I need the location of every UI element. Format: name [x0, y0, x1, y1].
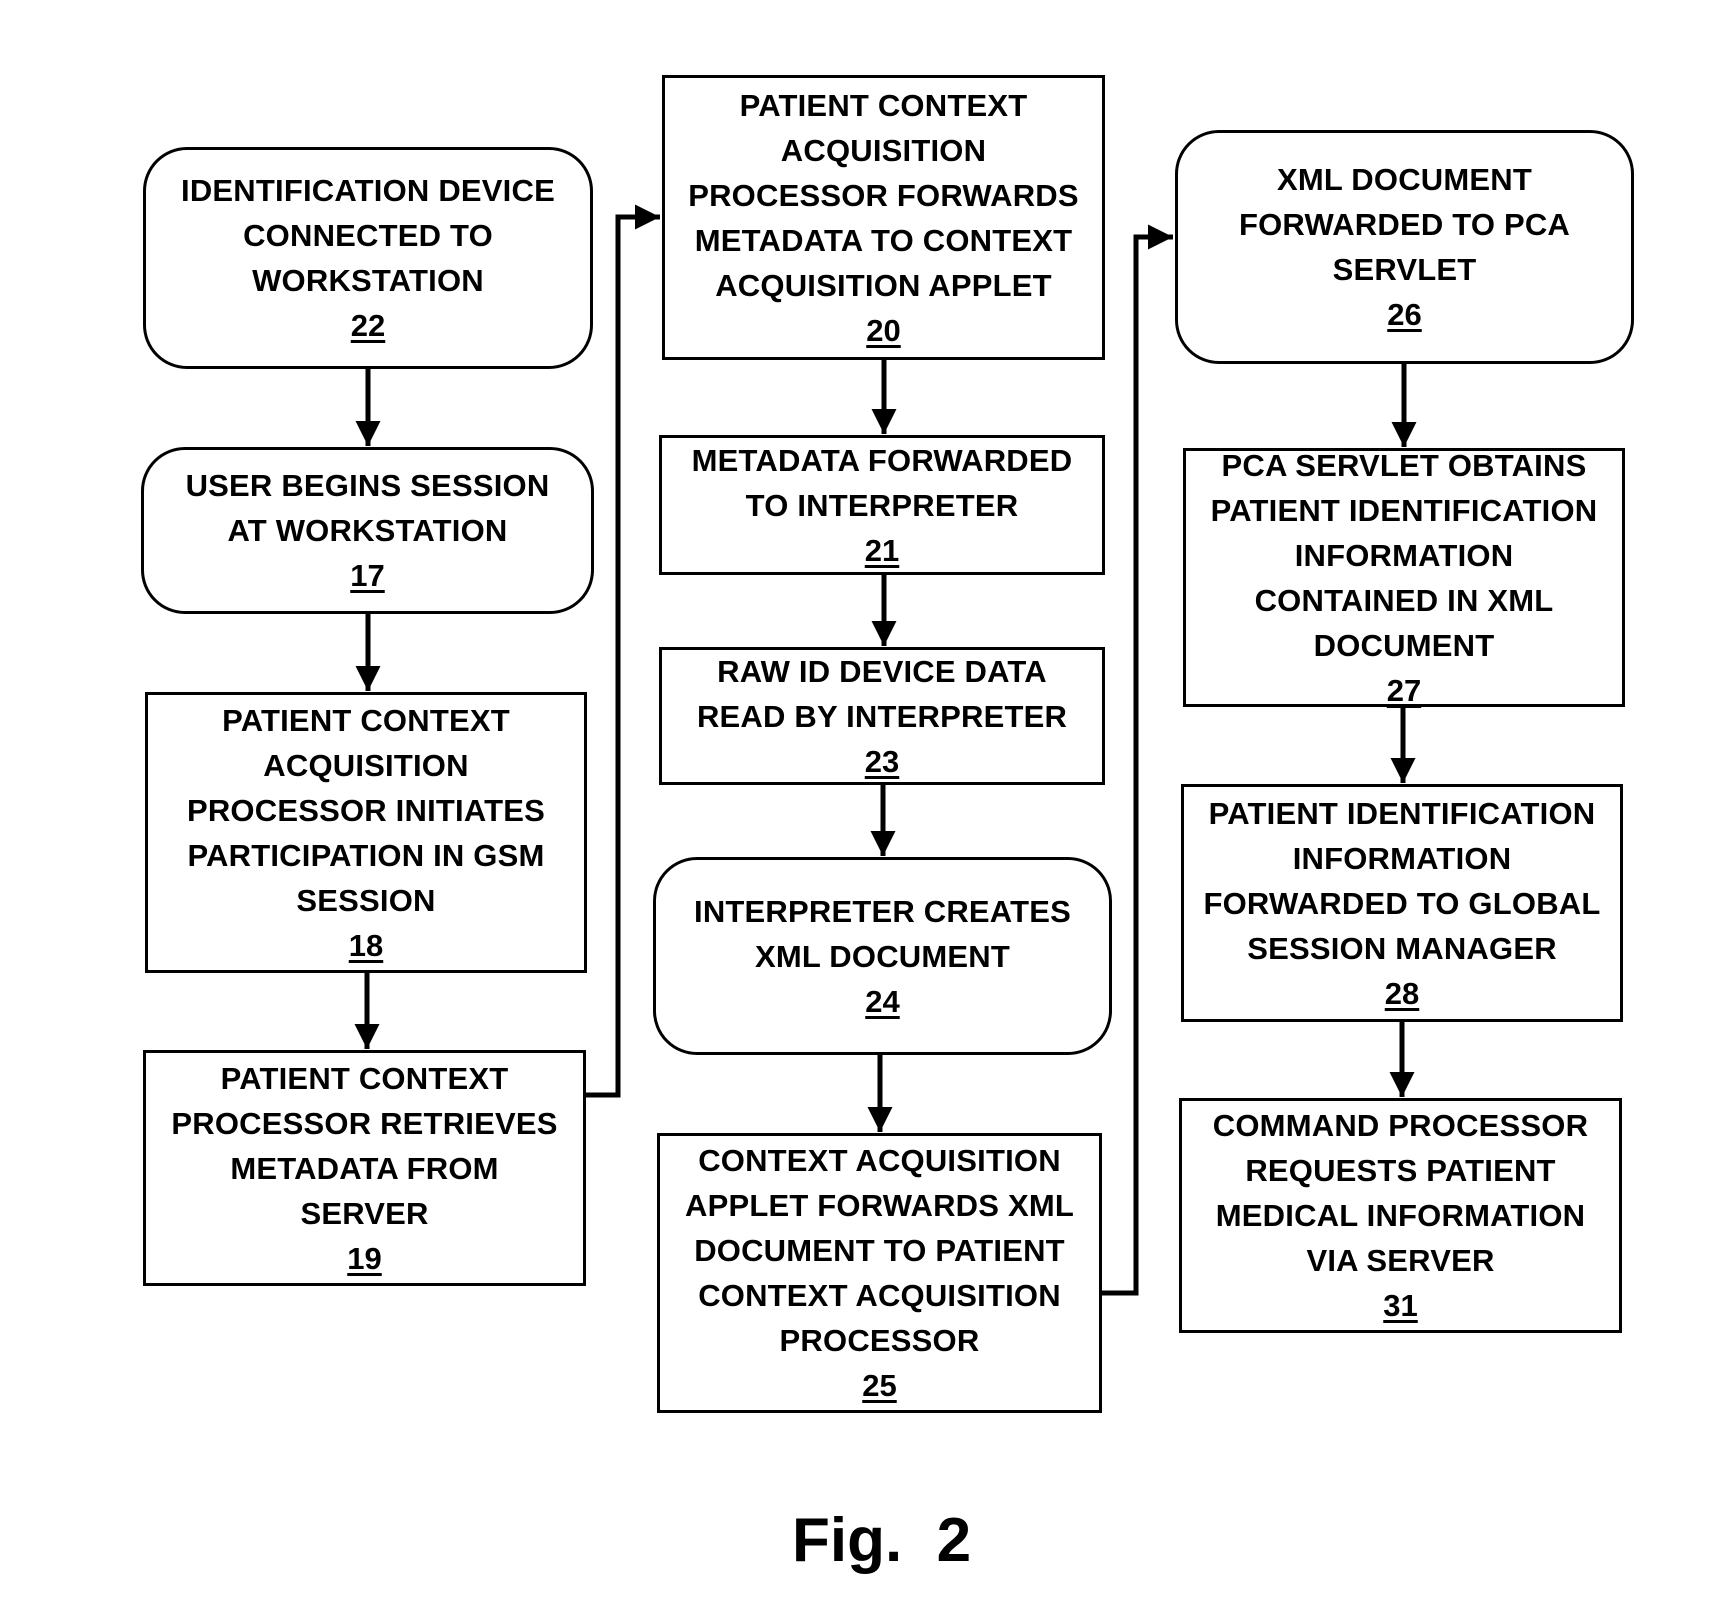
step-20-line: ACQUISITION APPLET — [715, 267, 1052, 303]
step-23-line: RAW ID DEVICE DATA — [717, 653, 1047, 689]
step-20-line: METADATA TO CONTEXT — [694, 222, 1073, 258]
step-18-box: PATIENT CONTEXT ACQUISITION PROCESSOR IN… — [145, 692, 587, 973]
step-22-line: CONNECTED TO — [243, 218, 493, 253]
step-22-ref: 22 — [350, 308, 386, 343]
step-20-line: PATIENT CONTEXT — [739, 87, 1028, 123]
step-18-line: PARTICIPATION IN GSM — [187, 837, 545, 873]
step-19-line: PROCESSOR RETRIEVES — [171, 1105, 558, 1141]
step-20-line: ACQUISITION — [780, 132, 987, 168]
step-19-line: METADATA FROM — [230, 1150, 499, 1186]
step-18-line: ACQUISITION — [263, 747, 469, 783]
step-27-box: PCA SERVLET OBTAINS PATIENT IDENTIFICATI… — [1183, 448, 1625, 708]
step-27-ref: 27 — [1386, 672, 1422, 708]
step-20-line: PROCESSOR FORWARDS — [688, 177, 1079, 213]
step-27-line: CONTAINED IN XML — [1254, 582, 1554, 618]
figure-label: Fig. 2 — [792, 1506, 972, 1575]
arrow-25-to-26 — [1102, 224, 1173, 1296]
step-17-line: AT WORKSTATION — [227, 513, 508, 548]
step-24-box: INTERPRETER CREATES XML DOCUMENT 24 — [653, 857, 1112, 1055]
step-31-line: REQUESTS PATIENT — [1245, 1153, 1556, 1188]
step-24-ref: 24 — [865, 983, 900, 1019]
step-23-box: RAW ID DEVICE DATA READ BY INTERPRETER 2… — [659, 647, 1105, 785]
step-17-box: USER BEGINS SESSION AT WORKSTATION 17 — [141, 447, 594, 614]
step-21-box: METADATA FORWARDED TO INTERPRETER 21 — [659, 435, 1105, 575]
step-18-ref: 18 — [348, 927, 384, 963]
step-20-box: PATIENT CONTEXT ACQUISITION PROCESSOR FO… — [662, 75, 1105, 360]
step-18-line: PATIENT CONTEXT — [222, 702, 510, 738]
step-27-line: PCA SERVLET OBTAINS — [1221, 447, 1587, 483]
step-21-line: TO INTERPRETER — [745, 487, 1019, 523]
step-26-box: XML DOCUMENT FORWARDED TO PCA SERVLET 26 — [1175, 130, 1634, 364]
step-31-line: VIA SERVER — [1306, 1243, 1495, 1278]
step-28-line: FORWARDED TO GLOBAL — [1203, 885, 1601, 921]
step-25-ref: 25 — [862, 1368, 897, 1403]
step-28-line: PATIENT IDENTIFICATION — [1208, 795, 1596, 831]
step-19-line: PATIENT CONTEXT — [220, 1060, 509, 1096]
step-28-ref: 28 — [1384, 975, 1420, 1011]
step-17-ref: 17 — [350, 558, 385, 593]
step-31-line: COMMAND PROCESSOR — [1212, 1108, 1589, 1143]
step-21-ref: 21 — [864, 532, 900, 568]
step-17-line: USER BEGINS SESSION — [185, 468, 550, 503]
step-27-line: DOCUMENT — [1313, 627, 1495, 663]
step-28-line: INFORMATION — [1292, 840, 1512, 876]
step-22-line: WORKSTATION — [252, 263, 484, 298]
step-28-line: SESSION MANAGER — [1247, 930, 1557, 966]
step-23-line: READ BY INTERPRETER — [696, 698, 1068, 734]
step-23-ref: 23 — [864, 743, 900, 779]
step-22-line: IDENTIFICATION DEVICE — [181, 173, 555, 208]
arrow-19-to-20 — [586, 204, 660, 1098]
step-26-line: SERVLET — [1332, 252, 1477, 287]
step-26-line: XML DOCUMENT — [1277, 162, 1532, 197]
step-27-line: INFORMATION — [1294, 537, 1514, 573]
step-25-line: CONTEXT ACQUISITION — [698, 1143, 1061, 1178]
step-18-line: SESSION — [296, 882, 436, 918]
step-26-ref: 26 — [1387, 297, 1422, 332]
step-24-line: INTERPRETER CREATES — [694, 893, 1071, 929]
step-20-ref: 20 — [866, 312, 901, 348]
step-27-line: PATIENT IDENTIFICATION — [1210, 492, 1598, 528]
step-25-box: CONTEXT ACQUISITION APPLET FORWARDS XML … — [657, 1133, 1102, 1413]
step-22-box: IDENTIFICATION DEVICE CONNECTED TO WORKS… — [143, 147, 593, 369]
step-19-box: PATIENT CONTEXT PROCESSOR RETRIEVES META… — [143, 1050, 586, 1286]
step-19-ref: 19 — [347, 1240, 382, 1276]
step-25-line: DOCUMENT TO PATIENT — [694, 1233, 1065, 1268]
step-18-line: PROCESSOR INITIATES — [186, 792, 546, 828]
step-31-box: COMMAND PROCESSOR REQUESTS PATIENT MEDIC… — [1179, 1098, 1622, 1333]
step-25-line: CONTEXT ACQUISITION — [698, 1278, 1061, 1313]
step-25-line: APPLET FORWARDS XML — [684, 1188, 1074, 1223]
step-25-line: PROCESSOR — [779, 1323, 980, 1358]
step-28-box: PATIENT IDENTIFICATION INFORMATION FORWA… — [1181, 784, 1623, 1022]
step-26-line: FORWARDED TO PCA — [1238, 207, 1571, 242]
step-31-ref: 31 — [1383, 1288, 1418, 1323]
step-19-line: SERVER — [300, 1195, 429, 1231]
step-24-line: XML DOCUMENT — [755, 938, 1010, 974]
step-31-line: MEDICAL INFORMATION — [1215, 1198, 1586, 1233]
step-21-line: METADATA FORWARDED — [691, 442, 1073, 478]
